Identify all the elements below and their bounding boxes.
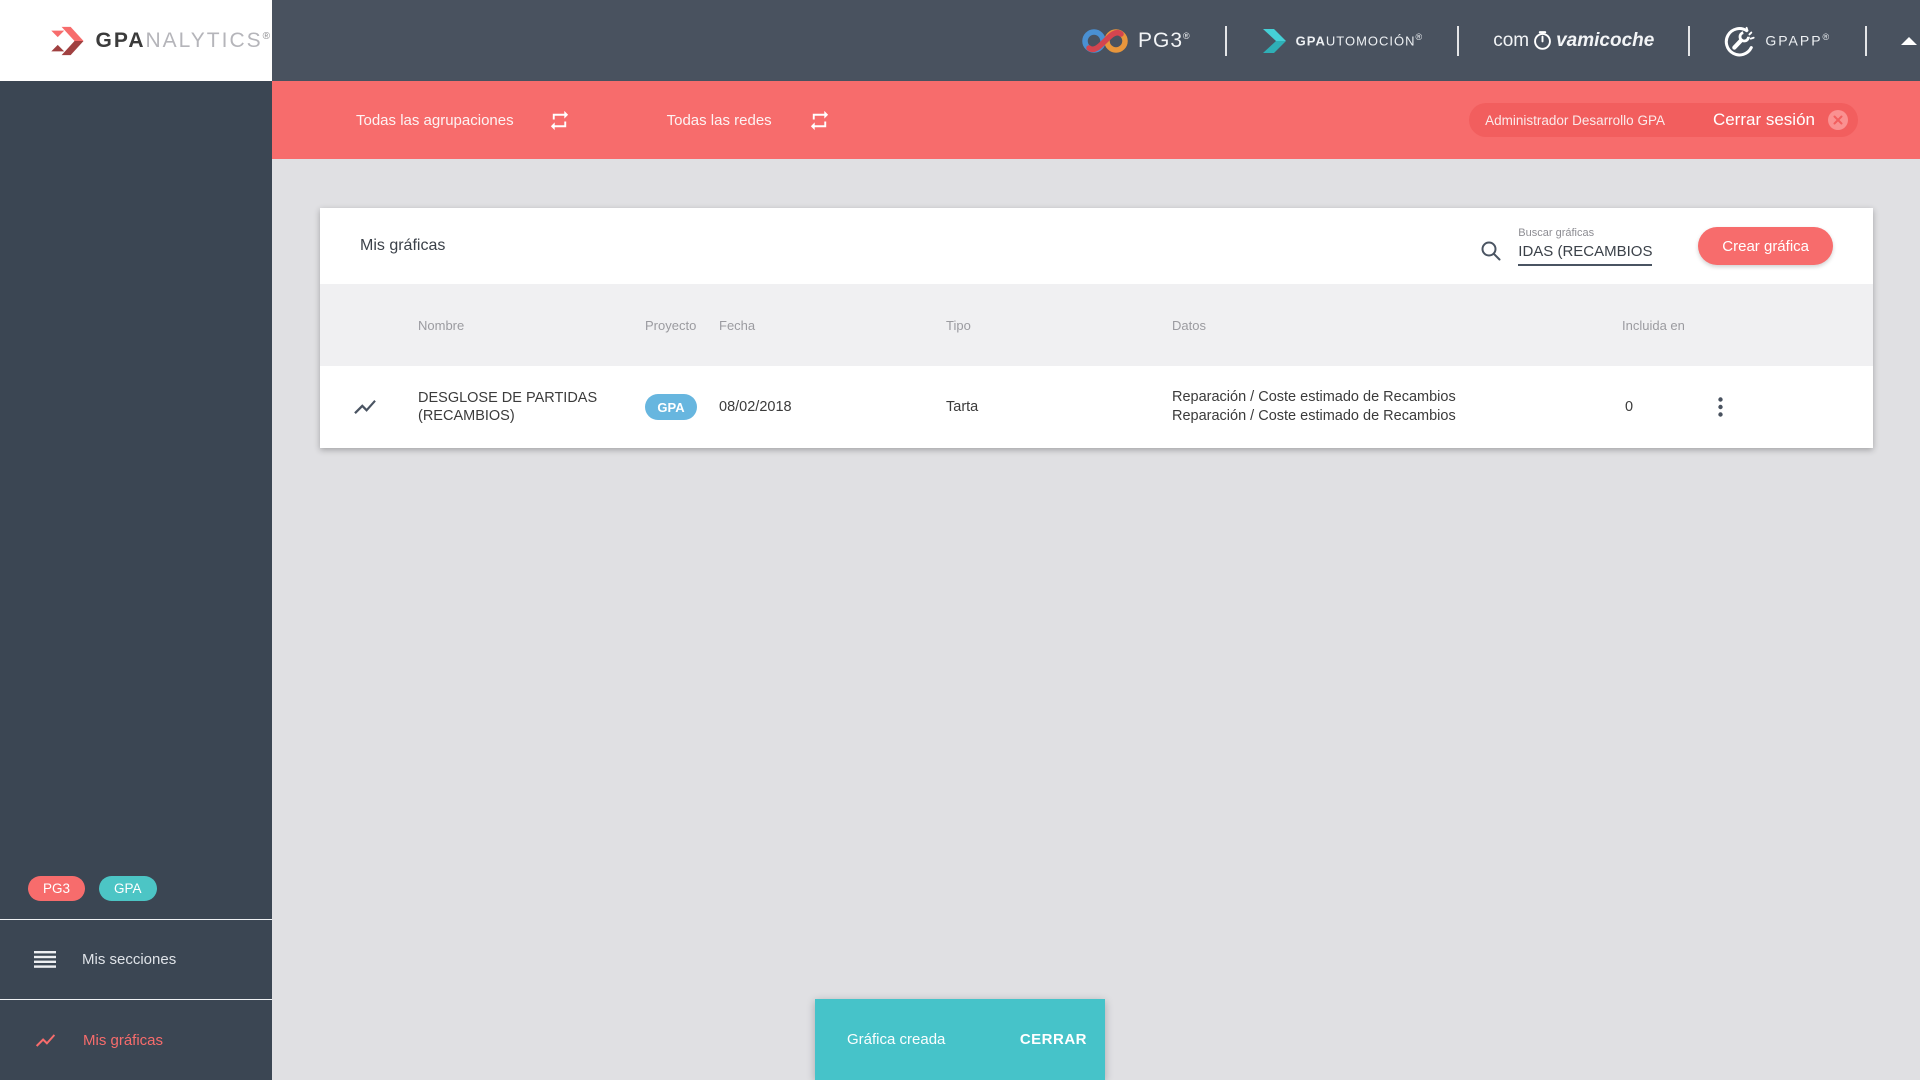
gpanalytics-arrow-icon (51, 26, 84, 55)
clock-icon (1534, 31, 1551, 50)
main-content: Mis gráficas Buscar gráficas Crear gráfi… (272, 159, 1920, 1080)
pg3-label: PG3® (1138, 28, 1191, 52)
gpapp-logo: GPAPP® (1724, 25, 1831, 57)
row-actions-cell (1710, 393, 1873, 421)
sidebar-item-label: Mis secciones (82, 951, 177, 968)
page-title: Mis gráficas (360, 237, 446, 254)
swap-networks-icon[interactable] (808, 109, 831, 132)
column-header-incluida-en: Incluida en (1622, 317, 1685, 333)
row-project-cell: GPA (645, 394, 719, 420)
filter-bar: Todas las agrupaciones Todas las redes A… (272, 81, 1920, 159)
row-type: Tarta (946, 399, 979, 415)
header-divider (1688, 25, 1691, 56)
create-chart-button[interactable]: Crear gráfica (1698, 227, 1833, 265)
groupings-filter-label[interactable]: Todas las agrupaciones (356, 112, 514, 129)
sidebar-bottom: PG3 GPA Mis secciones Mis gráficas (0, 876, 272, 1080)
table-header: Nombre Proyecto Fecha Tipo Datos Incluid… (320, 284, 1873, 366)
row-included-count: 0 (1625, 399, 1634, 415)
comvamicoche-logo: com vamicoche (1493, 30, 1654, 52)
row-menu-button[interactable] (1712, 393, 1729, 421)
sidebar-item-label: Mis gráficas (83, 1031, 164, 1049)
current-user-label: Administrador Desarrollo GPA (1485, 112, 1665, 128)
collapse-header-arrow-icon[interactable] (1901, 36, 1918, 45)
search-input[interactable] (1518, 241, 1653, 266)
row-name: DESGLOSE DE PARTIDAS (RECAMBIOS) (418, 390, 598, 424)
row-data-cell: Reparación / Coste estimado de Recambios… (1172, 388, 1622, 426)
gpautomocion-arrow-icon (1262, 28, 1286, 53)
chart-line-icon (35, 1033, 56, 1047)
sidebar-item-charts[interactable]: Mis gráficas (0, 999, 272, 1080)
table-row[interactable]: DESGLOSE DE PARTIDAS (RECAMBIOS) GPA 08/… (320, 366, 1873, 448)
pg3-logo: PG3® (1081, 26, 1191, 56)
session-chip: Administrador Desarrollo GPA Cerrar sesi… (1469, 103, 1858, 137)
toast-close-button[interactable]: CERRAR (1020, 1031, 1087, 1048)
app-root: PG3® GPAUTOMOCIÓN® com vamicoche GPAPP® … (0, 0, 1920, 1080)
gpanalytics-wordmark: GPANALYTICS® (95, 28, 272, 52)
row-data-line: Reparación / Coste estimado de Recambios (1172, 408, 1456, 424)
sidebar-item-sections[interactable]: Mis secciones (0, 919, 272, 999)
row-date: 08/02/2018 (719, 399, 792, 415)
column-header-proyecto: Proyecto (645, 317, 697, 333)
sidebar: GPANALYTICS® PG3 GPA Mis secciones Mis g… (0, 0, 272, 1080)
header-divider (1457, 25, 1460, 56)
header-divider (1865, 25, 1868, 56)
search-group: Buscar gráficas Crear gráfica (1480, 227, 1833, 266)
row-type-icon-cell (320, 394, 418, 420)
partner-logos: PG3® GPAUTOMOCIÓN® com vamicoche GPAPP® (1081, 0, 1918, 81)
card-toolbar: Mis gráficas Buscar gráficas Crear gráfi… (320, 208, 1873, 284)
gpa-badge: GPA (99, 876, 157, 901)
charts-card: Mis gráficas Buscar gráficas Crear gráfi… (320, 208, 1873, 448)
search-icon[interactable] (1480, 240, 1502, 262)
networks-filter-label[interactable]: Todas las redes (667, 112, 772, 129)
row-data-line: Reparación / Coste estimado de Recambios (1172, 389, 1456, 405)
comvamicoche-pre: com (1493, 29, 1530, 51)
chart-line-icon (354, 399, 376, 415)
toast-notification: Gráfica creada CERRAR (815, 999, 1105, 1080)
top-header: PG3® GPAUTOMOCIÓN® com vamicoche GPAPP® (272, 0, 1920, 81)
project-badge: GPA (645, 394, 697, 420)
search-field: Buscar gráficas (1518, 226, 1653, 266)
swap-groupings-icon[interactable] (548, 109, 571, 132)
logout-button[interactable]: Cerrar sesión (1713, 110, 1815, 130)
pg3-badge: PG3 (28, 876, 86, 901)
comvamicoche-post: vamicoche (1556, 29, 1655, 51)
logout-close-icon[interactable] (1827, 109, 1849, 131)
toast-message: Gráfica creada (847, 1031, 946, 1048)
column-header-fecha: Fecha (719, 317, 756, 333)
search-floating-label: Buscar gráficas (1518, 226, 1595, 239)
gpanalytics-logo: GPANALYTICS® (0, 0, 272, 81)
pg3-infinity-icon (1082, 28, 1128, 53)
gpautomocion-logo: GPAUTOMOCIÓN® (1261, 28, 1424, 54)
header-divider (1224, 25, 1227, 56)
sidebar-badges: PG3 GPA (0, 876, 272, 919)
gpapp-label: GPAPP® (1765, 32, 1832, 49)
menu-icon (34, 951, 56, 968)
column-header-datos: Datos (1172, 317, 1206, 333)
column-header-nombre: Nombre (418, 317, 465, 333)
wrench-icon (1725, 26, 1755, 56)
column-header-tipo: Tipo (946, 317, 971, 333)
gpautomocion-label: GPAUTOMOCIÓN® (1295, 32, 1424, 49)
vertical-dots-icon (1718, 397, 1723, 417)
